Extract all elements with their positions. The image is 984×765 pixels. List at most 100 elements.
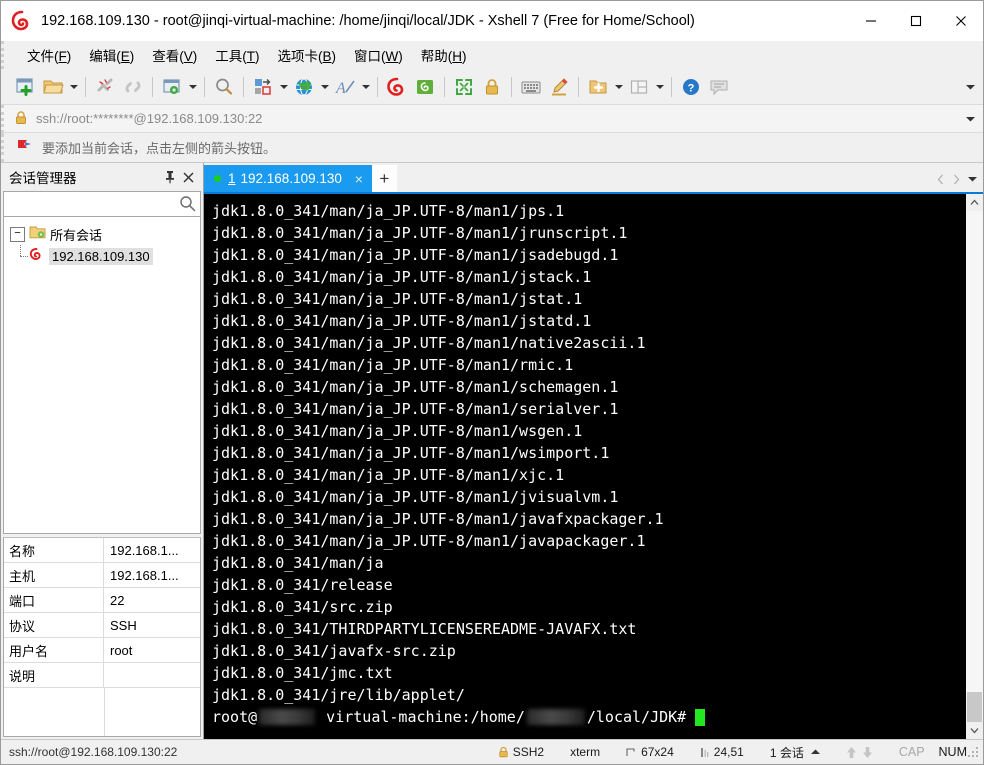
- scrollbar-track[interactable]: [966, 211, 983, 722]
- tab-prev-icon[interactable]: [933, 170, 947, 188]
- terminal-scrollbar[interactable]: [965, 194, 983, 739]
- comment-button[interactable]: [705, 73, 733, 101]
- tab-session-1[interactable]: 1 192.168.109.130 ×: [204, 165, 372, 192]
- encoding-dropdown[interactable]: [318, 73, 331, 101]
- new-session-button[interactable]: [11, 73, 39, 101]
- font-dropdown[interactable]: [359, 73, 372, 101]
- svg-text:A: A: [335, 80, 346, 97]
- layout-dropdown[interactable]: [653, 73, 666, 101]
- menu-tools[interactable]: 工具(T): [206, 42, 268, 68]
- fullscreen-button[interactable]: [450, 73, 478, 101]
- address-bar[interactable]: ssh://root:********@192.168.109.130:22: [1, 105, 983, 133]
- status-sessions[interactable]: 1 会话: [770, 744, 820, 761]
- table-row: 用户名 root: [4, 638, 200, 663]
- status-cursor-label: 24,51: [713, 745, 744, 759]
- tab-number: 1: [228, 171, 236, 186]
- search-input[interactable]: [4, 192, 200, 216]
- highlight-button[interactable]: [545, 73, 573, 101]
- prop-key: 用户名: [4, 638, 104, 662]
- close-button[interactable]: [938, 1, 983, 41]
- disconnect-button[interactable]: [91, 73, 119, 101]
- tab-next-icon[interactable]: [949, 170, 963, 188]
- terminal-line: jdk1.8.0_341/man/ja_JP.UTF-8/man1/jstat.…: [212, 290, 583, 308]
- status-size[interactable]: 67x24: [626, 745, 674, 759]
- status-sessions-label: 1 会话: [769, 745, 804, 760]
- address-dropdown-button[interactable]: [963, 105, 977, 132]
- menu-view[interactable]: 查看(V): [143, 42, 206, 68]
- terminal-line: jdk1.8.0_341/man/ja_JP.UTF-8/man1/serial…: [212, 400, 619, 418]
- status-connection: ssh://root@192.168.109.130:22: [9, 745, 178, 759]
- status-cursor-position[interactable]: 24,51: [700, 745, 744, 759]
- find-button[interactable]: [210, 73, 238, 101]
- session-properties-button[interactable]: [158, 73, 186, 101]
- tab-list-icon[interactable]: [965, 170, 979, 188]
- minimize-button[interactable]: [848, 1, 893, 41]
- font-button[interactable]: A: [331, 73, 359, 101]
- xftp-button[interactable]: [411, 73, 439, 101]
- table-row: 协议 SSH: [4, 613, 200, 638]
- add-to-sessions-dropdown[interactable]: [612, 73, 625, 101]
- tree-node-session[interactable]: 192.168.109.130: [4, 245, 200, 267]
- menu-help[interactable]: 帮助(H): [412, 42, 476, 68]
- close-icon[interactable]: [179, 167, 197, 187]
- xshell-button[interactable]: [383, 73, 411, 101]
- terminal-line: jdk1.8.0_341/man/ja_JP.UTF-8/man1/jrunsc…: [212, 224, 628, 242]
- menu-file[interactable]: 文件(F): [18, 42, 80, 68]
- terminal-cursor: [695, 708, 706, 726]
- tree-label-all-sessions: 所有会话: [50, 227, 103, 243]
- session-manager-panel: 会话管理器 − 所有会话 192.168.109.130 名称 192.168.…: [1, 163, 204, 739]
- lock-button[interactable]: [478, 73, 506, 101]
- prompt-user: root@: [212, 708, 258, 726]
- maximize-button[interactable]: [893, 1, 938, 41]
- resize-grip[interactable]: [968, 747, 980, 762]
- add-to-sessions-button[interactable]: [584, 73, 612, 101]
- menu-tabs[interactable]: 选项卡(B): [269, 42, 346, 68]
- table-row: 名称 192.168.1...: [4, 538, 200, 563]
- scroll-down-button[interactable]: [966, 722, 983, 739]
- new-tab-button[interactable]: +: [371, 165, 397, 192]
- pin-icon[interactable]: [161, 167, 179, 187]
- status-num-lock: NUM: [938, 745, 967, 759]
- session-tree[interactable]: − 所有会话 192.168.109.130: [3, 217, 201, 534]
- prompt-path-prefix: virtual-machine:/home/: [317, 708, 525, 726]
- reconnect-button[interactable]: [119, 73, 147, 101]
- prop-key: 主机: [4, 563, 104, 587]
- tree-node-all-sessions[interactable]: − 所有会话: [4, 223, 200, 245]
- open-session-button[interactable]: [39, 73, 67, 101]
- window-title: 192.168.109.130 - root@jinqi-virtual-mac…: [41, 13, 695, 29]
- tab-label: 192.168.109.130: [240, 171, 342, 186]
- scroll-up-button[interactable]: [966, 194, 983, 211]
- main-body: 会话管理器 − 所有会话 192.168.109.130 名称 192.168.…: [1, 163, 983, 739]
- terminal-line: jdk1.8.0_341/man/ja_JP.UTF-8/man1/wsimpo…: [212, 444, 610, 462]
- status-terminal-type-label: xterm: [570, 745, 601, 759]
- toolbar-separator: [578, 76, 579, 97]
- triangle-up-icon[interactable]: [810, 749, 820, 755]
- toolbar-overflow-button[interactable]: [963, 69, 977, 104]
- session-manager-title: 会话管理器: [9, 171, 77, 186]
- scrollbar-thumb[interactable]: [967, 692, 982, 722]
- tab-close-icon[interactable]: ×: [352, 171, 366, 187]
- terminal-line: jdk1.8.0_341/jre/lib/applet/: [212, 686, 465, 704]
- session-properties-dropdown[interactable]: [186, 73, 199, 101]
- keyboard-button[interactable]: [517, 73, 545, 101]
- status-terminal-type[interactable]: xterm: [570, 745, 600, 759]
- redacted-hostname: [259, 709, 316, 725]
- prop-value: 192.168.1...: [110, 542, 179, 558]
- menu-edit[interactable]: 编辑(E): [80, 42, 143, 68]
- xshell-session-icon: [28, 247, 45, 265]
- tree-expander-icon[interactable]: −: [10, 226, 25, 242]
- session-search-box[interactable]: [3, 191, 201, 217]
- transfer-button[interactable]: [249, 73, 277, 101]
- status-protocol[interactable]: SSH2: [498, 745, 544, 759]
- menu-window[interactable]: 窗口(W): [345, 42, 412, 68]
- transfer-dropdown[interactable]: [277, 73, 290, 101]
- layout-button[interactable]: [625, 73, 653, 101]
- tab-bar: 1 192.168.109.130 × +: [204, 163, 983, 194]
- terminal-output[interactable]: jdk1.8.0_341/man/ja_JP.UTF-8/man1/jps.1 j…: [204, 194, 965, 739]
- help-button[interactable]: ?: [677, 73, 705, 101]
- terminal-line: jdk1.8.0_341/man/ja: [212, 554, 384, 572]
- encoding-button[interactable]: [290, 73, 318, 101]
- cursor-pos-icon: [700, 747, 710, 758]
- open-session-dropdown[interactable]: [67, 73, 80, 101]
- toolbar-separator: [204, 76, 205, 97]
